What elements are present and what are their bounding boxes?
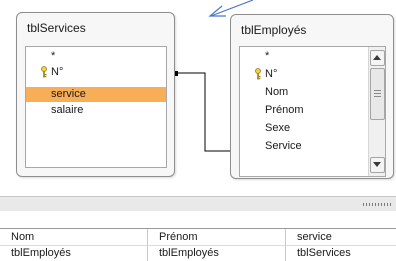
field-label: service [51, 88, 86, 100]
grid-table-cell[interactable]: tblServices [286, 245, 396, 261]
field-label: Prénom [265, 104, 304, 116]
table-box-tblemployes[interactable]: tblEmployés * N° Nom Prénom Sexe Service [230, 14, 394, 179]
pane-splitter[interactable] [0, 196, 396, 211]
scroll-down-arrow-icon[interactable] [370, 157, 385, 173]
scroll-up-arrow-icon[interactable] [370, 50, 385, 66]
field-service[interactable]: Service [240, 139, 368, 154]
field-list: * N° Nom Prénom Sexe Service [239, 46, 386, 177]
grid-table-cell[interactable]: tblEmployés [0, 245, 148, 261]
field-all[interactable]: * [240, 49, 368, 64]
field-sexe[interactable]: Sexe [240, 121, 368, 136]
grid-field-cell[interactable]: Nom [0, 229, 148, 245]
field-label: Sexe [265, 122, 291, 134]
field-label: Service [265, 140, 302, 152]
field-all[interactable]: * [26, 49, 166, 64]
field-list: * N° service salaire [25, 46, 167, 168]
field-prenom[interactable]: Prénom [240, 103, 368, 118]
field-label: * [51, 50, 56, 62]
field-number[interactable]: N° [240, 67, 368, 82]
field-label: * [265, 50, 270, 62]
field-salaire[interactable]: salaire [26, 103, 166, 118]
scrollbar-thumb[interactable] [370, 68, 385, 120]
grid-field-cell[interactable]: Prénom [148, 229, 286, 245]
query-grid-top-strip [0, 211, 396, 227]
field-label: N° [265, 68, 278, 80]
query-design-area: tblServices * N° service salaire tblEmpl… [0, 0, 396, 196]
table-title: tblEmployés [241, 23, 307, 37]
key-icon [255, 68, 261, 80]
query-design-grid: Nom Prénom service tblEmployés tblEmploy… [0, 228, 396, 261]
grid-field-cell[interactable]: service [286, 229, 396, 245]
table-box-tblservices[interactable]: tblServices * N° service salaire [16, 12, 175, 177]
field-label: salaire [51, 104, 84, 116]
field-list-scrollbar[interactable] [368, 47, 385, 176]
table-title: tblServices [27, 21, 86, 35]
key-icon [41, 66, 47, 78]
field-service[interactable]: service [26, 87, 166, 102]
field-number[interactable]: N° [26, 65, 166, 80]
field-nom[interactable]: Nom [240, 85, 368, 100]
grid-table-cell[interactable]: tblEmployés [148, 245, 286, 261]
field-label: N° [51, 66, 64, 78]
field-label: Nom [265, 86, 289, 98]
splitter-grip[interactable] [363, 203, 393, 206]
